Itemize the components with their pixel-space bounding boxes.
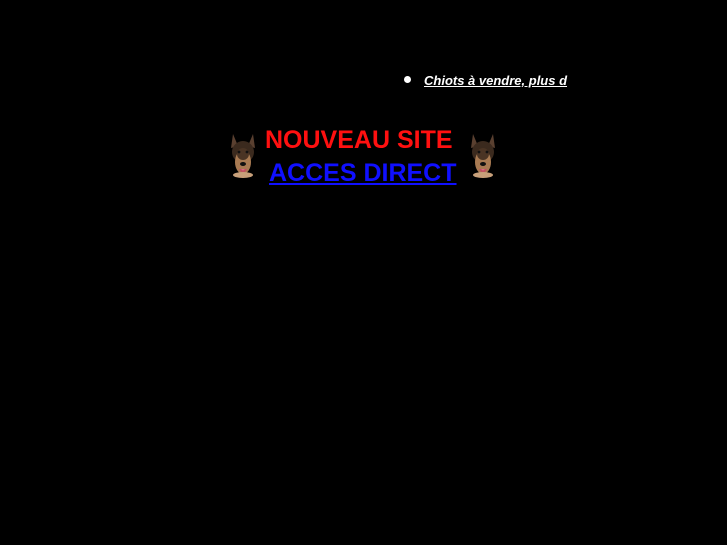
new-site-banner: NOUVEAU SITE ACCES DIRECT bbox=[228, 126, 500, 187]
access-direct-link[interactable]: ACCES DIRECT bbox=[269, 159, 457, 187]
news-ticker: Chiots à vendre, plus d bbox=[404, 72, 568, 90]
german-shepherd-head-icon bbox=[231, 134, 255, 178]
headline: NOUVEAU SITE bbox=[265, 126, 453, 154]
german-shepherd-head-icon bbox=[471, 134, 495, 178]
page: Chiots à vendre, plus d NOUVEAU SITE ACC… bbox=[0, 0, 727, 545]
bullet-icon bbox=[404, 76, 411, 83]
ticker-link[interactable]: Chiots à vendre, plus d bbox=[424, 73, 567, 88]
